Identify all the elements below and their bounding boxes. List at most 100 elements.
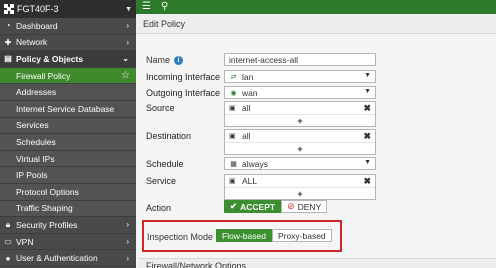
interface-icon: ⇄ [230,73,237,81]
sidebar-item-label: Addresses [16,87,57,98]
schedule-value: always [242,158,268,169]
schedule-row: Schedule [146,159,228,169]
destination-entry: ▣ all ✖ [225,130,375,143]
sidebar-item-protocol-options[interactable]: Protocol Options [0,183,136,201]
remove-icon[interactable]: ✖ [363,176,371,187]
sidebar-item-vpn[interactable]: ▭ VPN › [0,234,136,251]
action-toggle: ✔ ACCEPT ⊘ DENY [224,200,328,213]
source-field[interactable]: ▣ all ✖ + [224,101,376,127]
incoming-row: Incoming Interface [146,72,228,82]
sidebar: FGT40F-3 ▼ ◔ Dashboard › ✚ Network › ▤ P… [0,0,136,268]
sidebar-item-virtual-ips[interactable]: Virtual IPs [0,150,136,168]
dashboard-icon: ◔ [5,21,11,31]
sidebar-item-label: Traffic Shaping [16,203,73,214]
sidebar-item-security-profiles[interactable]: 🔒︎ Security Profiles › [0,217,136,234]
add-source-button[interactable]: + [225,115,375,127]
source-entry: ▣ all ✖ [225,102,375,115]
sidebar-item-label: VPN [16,236,34,247]
outgoing-row: Outgoing Interface [146,88,228,98]
inspection-mode-toggle: Flow-based Proxy-based [216,229,332,242]
chevron-down-icon: ⌄ [122,54,129,64]
address-icon: ▣ [229,133,236,140]
sidebar-item-internet-service-database[interactable]: Internet Service Database [0,100,136,118]
hamburger-icon[interactable]: ☰ [142,2,151,12]
deny-label: DENY [297,201,322,212]
sidebar-item-label: Policy & Objects [16,53,84,64]
sidebar-item-network[interactable]: ✚ Network › [0,35,136,52]
sidebar-item-label: Protocol Options [16,186,79,197]
name-field[interactable]: internet-access-all [224,53,376,66]
chevron-right-icon: › [126,220,129,230]
top-bar: ☰ ⚲ [136,0,496,14]
service-field[interactable]: ▣ ALL ✖ + [224,174,376,200]
service-entry: ▣ ALL ✖ [225,175,375,188]
policy-icon: ▤ [4,54,12,64]
destination-value: all [242,131,251,141]
name-value: internet-access-all [229,54,298,65]
chevron-right-icon: › [126,253,129,263]
page-title: Edit Policy [136,14,496,34]
chevron-right-icon: › [126,237,129,247]
name-label: Name [146,55,171,65]
chevron-right-icon: › [126,21,129,31]
wan-icon: ◉ [230,89,237,97]
sidebar-item-label: Virtual IPs [16,153,55,164]
name-row: Name i [146,55,184,65]
destination-row: Destination [146,131,228,141]
sidebar-item-policy-objects[interactable]: ▤ Policy & Objects ⌄ [0,51,136,68]
schedule-select[interactable]: ▦ always ▼ [224,157,376,170]
destination-field[interactable]: ▣ all ✖ + [224,129,376,155]
sidebar-item-services[interactable]: Services [0,117,136,135]
add-destination-button[interactable]: + [225,143,375,155]
sidebar-header[interactable]: FGT40F-3 ▼ [0,0,136,18]
outgoing-value: wan [242,87,258,98]
sidebar-item-firewall-policy[interactable]: Firewall Policy ☆ [0,67,136,85]
proxy-based-button[interactable]: Proxy-based [271,229,332,242]
address-icon: ▣ [229,105,236,112]
calendar-icon: ▦ [230,160,237,168]
add-service-button[interactable]: + [225,188,375,200]
incoming-interface-select[interactable]: ⇄ lan ▼ [224,70,376,83]
sidebar-item-label: Internet Service Database [16,103,115,114]
firewall-network-options-section[interactable]: Firewall/Network Options [138,258,496,268]
action-label: Action [146,203,172,213]
search-icon[interactable]: ⚲ [161,2,168,12]
sidebar-item-label: IP Pools [16,170,48,181]
sidebar-item-label: Firewall Policy [16,70,71,81]
dropdown-arrow-icon: ▼ [364,72,371,79]
source-row: Source [146,103,228,113]
incoming-interface-label: Incoming Interface [146,72,221,82]
sidebar-item-schedules[interactable]: Schedules [0,134,136,151]
destination-label: Destination [146,131,192,141]
outgoing-interface-select[interactable]: ◉ wan ▼ [224,86,376,99]
chevron-down-icon[interactable]: ▼ [125,6,132,13]
service-row: Service [146,176,228,186]
sidebar-item-label: Network [16,37,48,48]
accept-label: ACCEPT [240,201,276,212]
sidebar-item-dashboard[interactable]: ◔ Dashboard › [0,18,136,35]
schedule-label: Schedule [146,159,184,169]
flow-based-button[interactable]: Flow-based [216,229,272,242]
sidebar-item-label: Schedules [16,136,56,147]
sidebar-item-label: Security Profiles [16,219,78,230]
accept-button[interactable]: ✔ ACCEPT [224,200,282,213]
deny-button[interactable]: ⊘ DENY [281,200,328,213]
sidebar-item-user-authentication[interactable]: ● User & Authentication › [0,250,136,267]
info-icon[interactable]: i [174,55,184,65]
service-icon: ▣ [229,178,236,185]
user-icon: ● [5,253,11,263]
star-icon[interactable]: ☆ [121,70,130,81]
sidebar-item-ip-pools[interactable]: IP Pools [0,167,136,184]
source-value: all [242,103,251,113]
lock-icon: 🔒︎ [5,219,11,229]
service-label: Service [146,176,177,186]
sidebar-item-traffic-shaping[interactable]: Traffic Shaping [0,200,136,218]
source-label: Source [146,103,175,113]
inspection-mode-label: Inspection Mode [147,232,214,242]
remove-icon[interactable]: ✖ [363,131,371,142]
outgoing-interface-label: Outgoing Interface [146,88,221,98]
fortinet-logo-icon [4,4,14,14]
incoming-value: lan [242,71,254,82]
remove-icon[interactable]: ✖ [363,103,371,114]
sidebar-item-addresses[interactable]: Addresses [0,84,136,101]
